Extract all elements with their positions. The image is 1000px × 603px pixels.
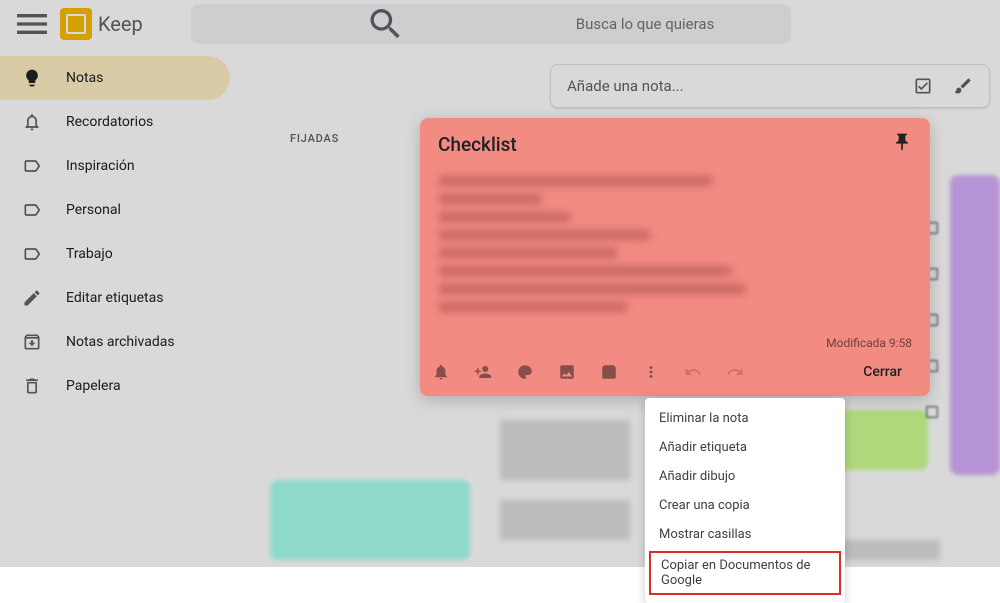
background-note <box>830 540 940 560</box>
menu-item-delete[interactable]: Eliminar la nota <box>645 404 845 433</box>
background-note <box>500 420 630 480</box>
note-modal: Checklist Modificada 9:58 Cerrar <box>420 118 930 396</box>
brush-icon[interactable] <box>953 76 973 96</box>
sidebar-item-inspiration[interactable]: Inspiración <box>0 144 230 188</box>
menu-item-add-label[interactable]: Añadir etiqueta <box>645 433 845 462</box>
image-icon[interactable] <box>558 363 576 381</box>
app-header: Keep <box>0 0 1000 48</box>
collaborator-icon[interactable] <box>474 363 492 381</box>
sidebar: Notas Recordatorios Inspiración Personal… <box>0 48 230 416</box>
trash-icon <box>22 376 42 396</box>
search-icon <box>207 4 564 44</box>
sidebar-label: Inspiración <box>66 158 135 174</box>
search-bar[interactable] <box>191 4 791 44</box>
note-body[interactable] <box>420 164 930 332</box>
take-note-input[interactable]: Añade una nota... <box>550 64 990 108</box>
sidebar-item-personal[interactable]: Personal <box>0 188 230 232</box>
archive-icon <box>22 332 42 352</box>
sidebar-label: Personal <box>66 202 121 218</box>
archive-icon[interactable] <box>600 363 618 381</box>
more-options-menu: Eliminar la nota Añadir etiqueta Añadir … <box>645 398 845 603</box>
label-icon <box>22 244 42 264</box>
sidebar-label: Notas archivadas <box>66 334 175 350</box>
checkbox-icon[interactable] <box>913 76 933 96</box>
sidebar-label: Papelera <box>66 378 121 394</box>
keep-logo-icon <box>60 8 92 40</box>
palette-icon[interactable] <box>516 363 534 381</box>
sidebar-item-reminders[interactable]: Recordatorios <box>0 100 230 144</box>
background-note <box>500 500 630 540</box>
label-icon <box>22 200 42 220</box>
redo-icon[interactable] <box>726 363 744 381</box>
menu-item-copy-to-docs[interactable]: Copiar en Documentos de Google <box>649 551 841 595</box>
undo-icon[interactable] <box>684 363 702 381</box>
pin-button[interactable] <box>892 132 912 156</box>
sidebar-item-notes[interactable]: Notas <box>0 56 230 100</box>
menu-item-add-drawing[interactable]: Añadir dibujo <box>645 462 845 491</box>
lightbulb-icon <box>22 68 42 88</box>
bell-icon <box>22 112 42 132</box>
pencil-icon <box>22 288 42 308</box>
note-modified-time: Modificada 9:58 <box>420 332 930 354</box>
sidebar-label: Notas <box>66 70 103 86</box>
reminder-icon[interactable] <box>432 363 450 381</box>
note-title[interactable]: Checklist <box>438 133 517 156</box>
more-icon[interactable] <box>642 363 660 381</box>
sidebar-item-work[interactable]: Trabajo <box>0 232 230 276</box>
background-note <box>950 175 1000 475</box>
menu-item-show-checkboxes[interactable]: Mostrar casillas <box>645 520 845 549</box>
menu-button[interactable] <box>12 4 52 44</box>
note-toolbar: Cerrar <box>420 354 930 396</box>
background-note <box>270 480 470 560</box>
sidebar-item-trash[interactable]: Papelera <box>0 364 230 408</box>
sidebar-label: Trabajo <box>66 246 113 262</box>
sidebar-label: Editar etiquetas <box>66 290 163 306</box>
label-icon <box>22 156 42 176</box>
sidebar-item-archive[interactable]: Notas archivadas <box>0 320 230 364</box>
search-input[interactable] <box>576 15 775 33</box>
sidebar-label: Recordatorios <box>66 114 153 130</box>
app-name: Keep <box>98 12 143 36</box>
app-logo: Keep <box>60 8 143 40</box>
take-note-placeholder: Añade una nota... <box>567 77 913 95</box>
sidebar-item-edit-labels[interactable]: Editar etiquetas <box>0 276 230 320</box>
menu-item-make-copy[interactable]: Crear una copia <box>645 491 845 520</box>
hamburger-icon <box>12 4 52 44</box>
close-button[interactable]: Cerrar <box>847 358 918 386</box>
